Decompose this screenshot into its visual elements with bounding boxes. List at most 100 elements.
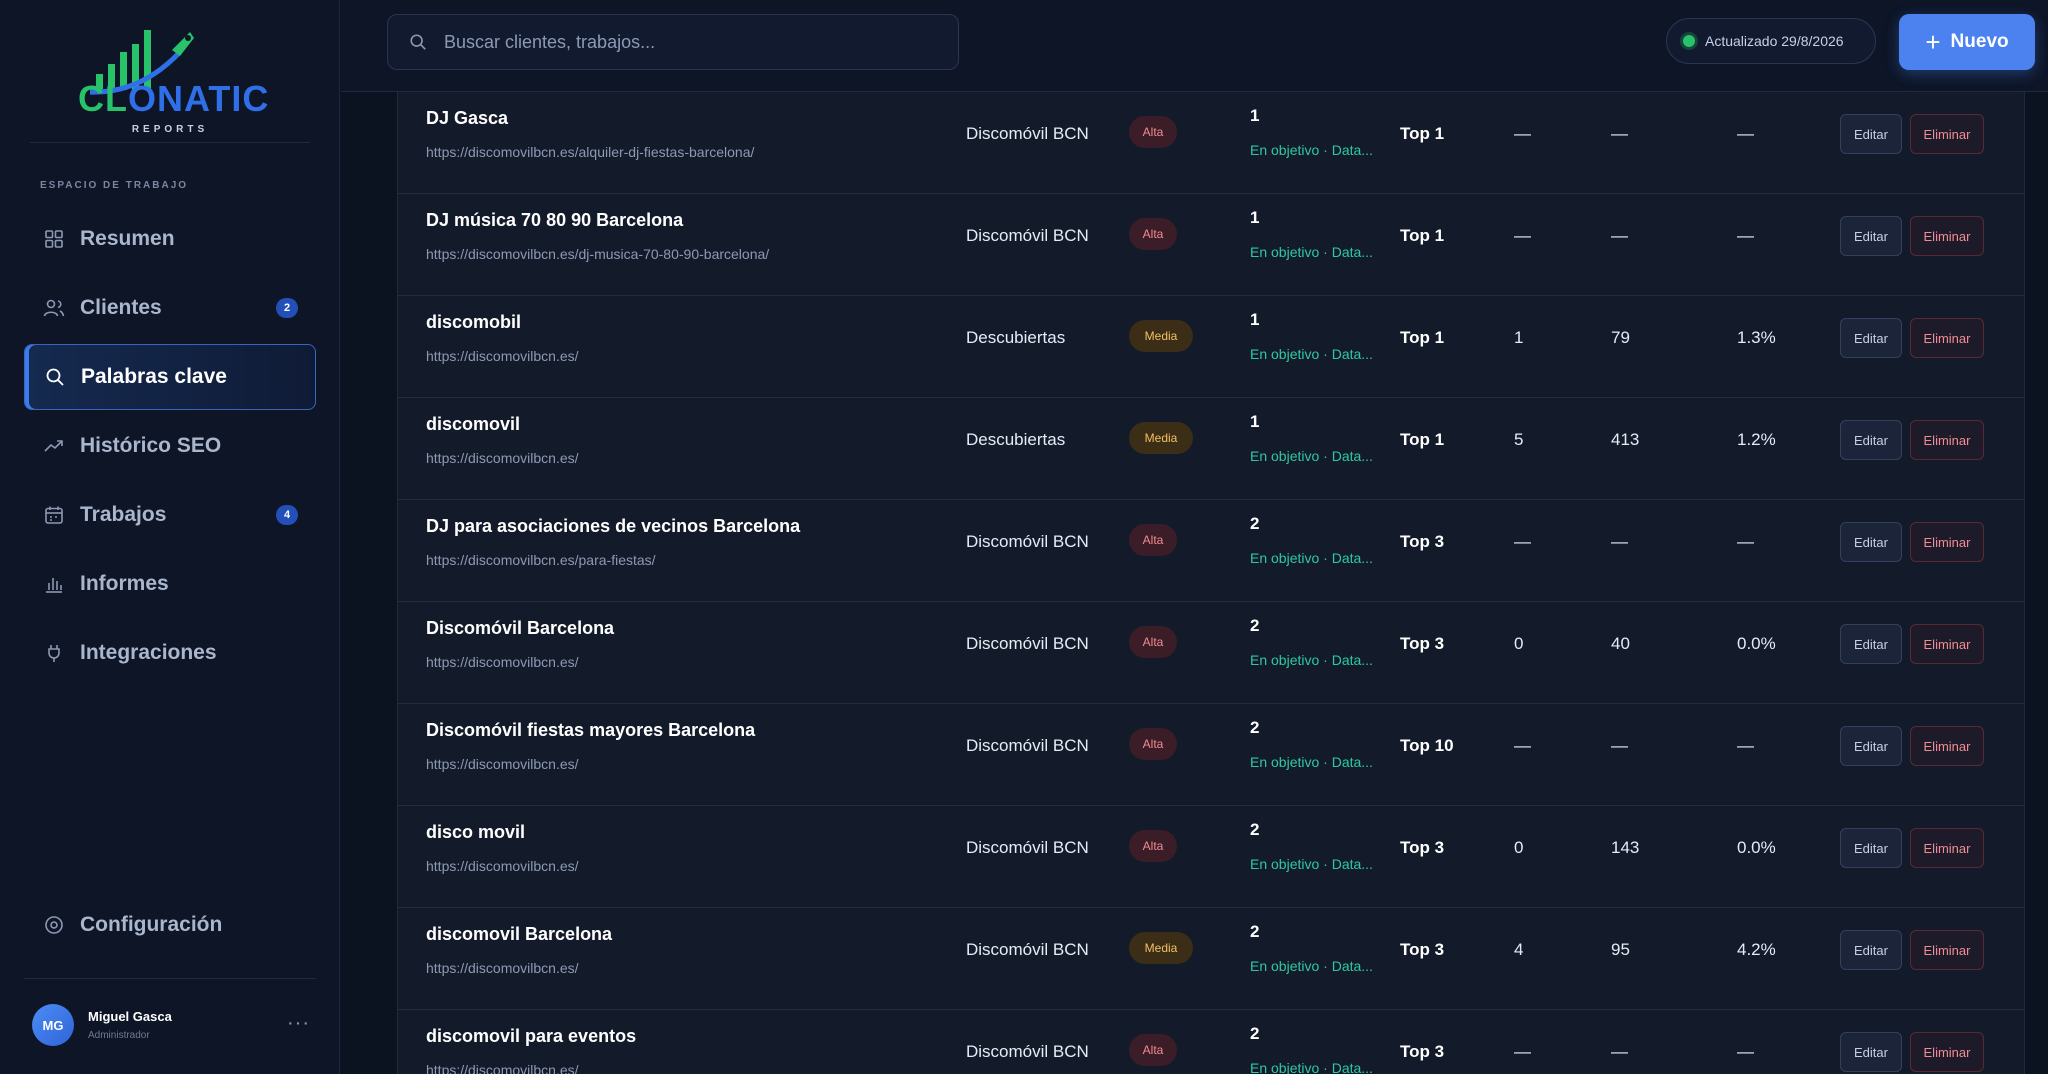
keyword-url: https://discomovilbcn.es/ (426, 960, 579, 976)
delete-button[interactable]: Eliminar (1910, 930, 1984, 970)
delete-button[interactable]: Eliminar (1910, 114, 1984, 154)
clicks-value: 0 (1514, 838, 1524, 857)
clicks-value: — (1514, 736, 1531, 755)
clicks-value: — (1514, 124, 1531, 143)
brand-wordmark: CLONATIC (78, 78, 269, 120)
user-info: Miguel Gasca Administrador (88, 1009, 172, 1041)
keyword-group: Discomóvil BCN (966, 634, 1089, 653)
search-icon (43, 365, 67, 389)
delete-button[interactable]: Eliminar (1910, 522, 1984, 562)
sidebar-item-clientes[interactable]: Clientes 2 (24, 275, 316, 341)
keyword-name: discomovil (426, 414, 521, 434)
keyword-url: https://discomovilbcn.es/ (426, 858, 579, 874)
target-rank: Top 1 (1400, 430, 1445, 449)
sidebar-item-label: Trabajos (80, 503, 167, 526)
target-status: En objetivo · Data... (1250, 550, 1373, 566)
brand-logo[interactable]: CLONATIC REPORTS (30, 22, 310, 140)
keyword-name: discomovil Barcelona (426, 924, 613, 944)
keyword-url: https://discomovilbcn.es/ (426, 756, 579, 772)
delete-button[interactable]: Eliminar (1910, 216, 1984, 256)
keyword-url: https://discomovilbcn.es/ (426, 348, 579, 364)
current-position: 2 (1250, 820, 1260, 839)
current-position: 2 (1250, 1024, 1260, 1043)
search-box[interactable] (387, 14, 959, 70)
sidebar-item-historico-seo[interactable]: Histórico SEO (24, 413, 316, 479)
users-icon (42, 296, 66, 320)
brand-letters-rest: ONATIC (128, 78, 270, 119)
delete-button[interactable]: Eliminar (1910, 1032, 1984, 1072)
keyword-group: Discomóvil BCN (966, 940, 1089, 959)
keyword-name: DJ para asociaciones de vecinos Barcelon… (426, 516, 801, 536)
edit-button[interactable]: Editar (1840, 318, 1902, 358)
impressions-value: 40 (1611, 634, 1630, 653)
table-row: discomobil https://discomovilbcn.es/ Des… (398, 296, 2024, 398)
impressions-value: — (1611, 532, 1628, 551)
trend-icon (42, 434, 66, 458)
keyword-group: Discomóvil BCN (966, 736, 1089, 755)
sync-status-badge: Actualizado 29/8/2026 (1666, 18, 1876, 64)
clicks-value: 4 (1514, 940, 1524, 959)
edit-button[interactable]: Editar (1840, 420, 1902, 460)
priority-badge: Alta (1129, 1034, 1177, 1066)
keyword-url: https://discomovilbcn.es/alquiler-dj-fie… (426, 144, 755, 160)
sidebar-nav: Resumen Clientes 2 Palabras clave Histór… (24, 206, 316, 689)
ctr-value: — (1737, 226, 1754, 245)
table-row: discomovil https://discomovilbcn.es/ Des… (398, 398, 2024, 500)
clicks-value: — (1514, 1042, 1531, 1061)
impressions-value: 79 (1611, 328, 1630, 347)
sidebar-item-trabajos[interactable]: Trabajos 4 (24, 482, 316, 548)
grid-icon (42, 227, 66, 251)
search-input[interactable] (444, 31, 944, 53)
keyword-url: https://discomovilbcn.es/dj-musica-70-80… (426, 246, 770, 262)
edit-button[interactable]: Editar (1840, 726, 1902, 766)
clicks-value: 0 (1514, 634, 1524, 653)
user-profile[interactable]: MG Miguel Gasca Administrador ··· (32, 1000, 316, 1050)
priority-badge: Alta (1129, 728, 1177, 760)
edit-button[interactable]: Editar (1840, 828, 1902, 868)
edit-button[interactable]: Editar (1840, 114, 1902, 154)
edit-button[interactable]: Editar (1840, 522, 1902, 562)
sidebar-item-label: Integraciones (80, 641, 217, 664)
target-status: En objetivo · Data... (1250, 958, 1373, 974)
sidebar-item-informes[interactable]: Informes (24, 551, 316, 617)
target-rank: Top 3 (1400, 634, 1445, 653)
target-rank: Top 3 (1400, 838, 1445, 857)
keyword-group: Discomóvil BCN (966, 124, 1089, 143)
delete-button[interactable]: Eliminar (1910, 420, 1984, 460)
priority-badge: Media (1129, 932, 1193, 964)
new-button[interactable]: + Nuevo (1899, 14, 2035, 70)
delete-button[interactable]: Eliminar (1910, 828, 1984, 868)
ctr-value: — (1737, 1042, 1754, 1061)
delete-button[interactable]: Eliminar (1910, 624, 1984, 664)
sidebar-item-palabras-clave[interactable]: Palabras clave (24, 344, 316, 410)
sidebar-item-configuracion[interactable]: Configuración (24, 892, 316, 958)
priority-badge: Media (1129, 320, 1193, 352)
edit-button[interactable]: Editar (1840, 624, 1902, 664)
target-status: En objetivo · Data... (1250, 448, 1373, 464)
brand-letter-c: C (78, 78, 105, 119)
priority-badge: Alta (1129, 830, 1177, 862)
keywords-table: DJ Gasca https://discomovilbcn.es/alquil… (397, 92, 2025, 1074)
target-status: En objetivo · Data... (1250, 1060, 1373, 1074)
edit-button[interactable]: Editar (1840, 930, 1902, 970)
delete-button[interactable]: Eliminar (1910, 318, 1984, 358)
priority-badge: Alta (1129, 626, 1177, 658)
ctr-value: 4.2% (1737, 940, 1776, 959)
edit-button[interactable]: Editar (1840, 1032, 1902, 1072)
more-options-icon[interactable]: ··· (287, 1012, 310, 1035)
priority-badge: Media (1129, 422, 1193, 454)
keyword-url: https://discomovilbcn.es/para-fiestas/ (426, 552, 656, 568)
new-button-label: Nuevo (1950, 31, 2009, 52)
sidebar-item-integraciones[interactable]: Integraciones (24, 620, 316, 686)
keyword-url: https://discomovilbcn.es/ (426, 654, 579, 670)
delete-button[interactable]: Eliminar (1910, 726, 1984, 766)
current-position: 1 (1250, 310, 1260, 329)
bar-chart-icon (42, 572, 66, 596)
priority-badge: Alta (1129, 116, 1177, 148)
current-position: 2 (1250, 616, 1260, 635)
ctr-value: 1.3% (1737, 328, 1776, 347)
sync-status-text: Actualizado 29/8/2026 (1705, 33, 1844, 49)
sidebar-item-resumen[interactable]: Resumen (24, 206, 316, 272)
edit-button[interactable]: Editar (1840, 216, 1902, 256)
ctr-value: 0.0% (1737, 838, 1776, 857)
